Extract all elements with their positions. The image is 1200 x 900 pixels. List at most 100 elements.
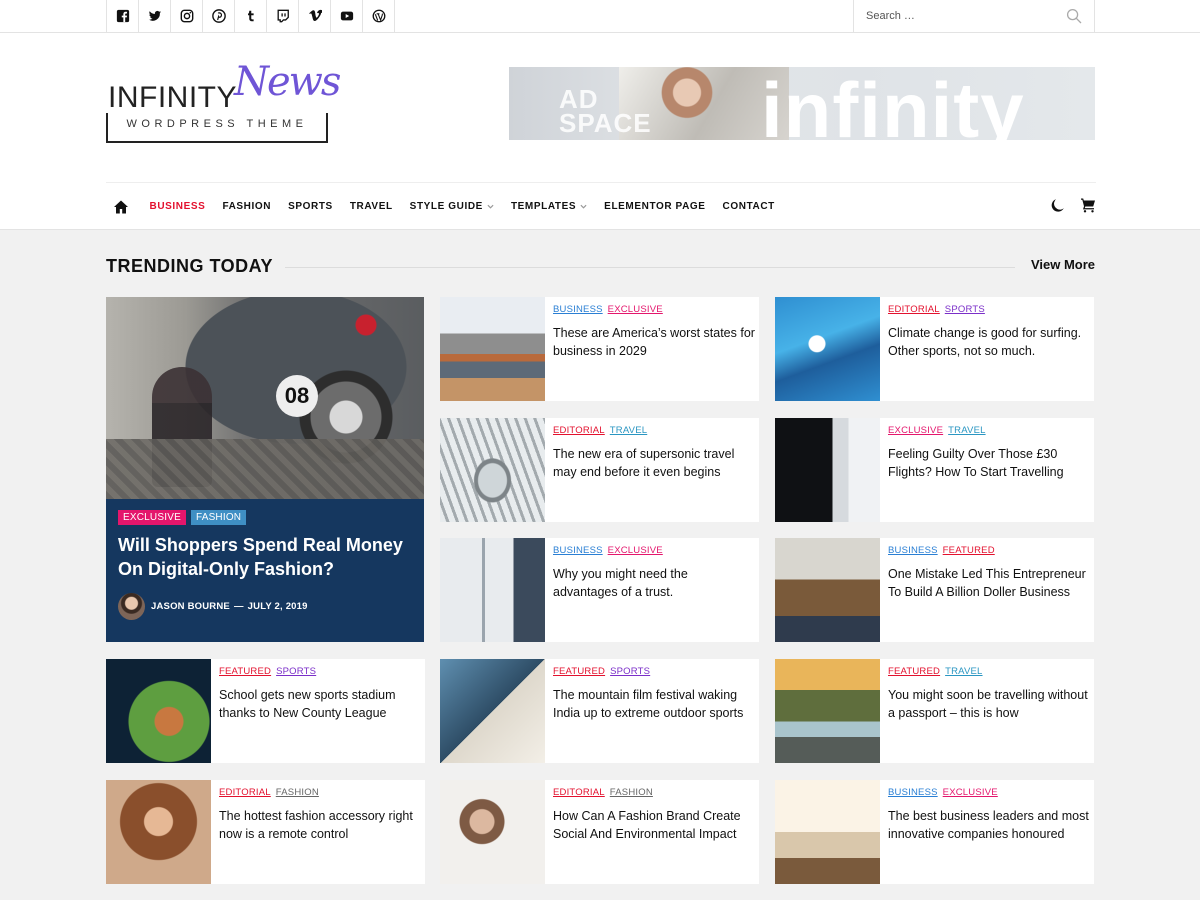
tag-travel[interactable]: TRAVEL xyxy=(610,425,647,436)
post-date[interactable]: JULY 2, 2019 xyxy=(248,601,308,612)
post-card[interactable]: BUSINESS EXCLUSIVE Why you might need the … xyxy=(440,538,759,642)
tag-editorial[interactable]: EDITORIAL xyxy=(888,304,940,315)
tag-travel[interactable]: TRAVEL xyxy=(945,666,982,677)
post-card[interactable]: FEATURED TRAVEL You might soon be travelli… xyxy=(775,659,1094,763)
post-thumbnail[interactable] xyxy=(775,297,880,401)
author-avatar[interactable] xyxy=(118,593,145,620)
post-title[interactable]: Climate change is good for surfing. Othe… xyxy=(888,324,1090,360)
tag-exclusive[interactable]: EXCLUSIVE xyxy=(608,545,663,556)
tag-sports[interactable]: SPORTS xyxy=(276,666,316,677)
post-title[interactable]: Why you might need the advantages of a t… xyxy=(553,565,755,601)
post-title[interactable]: The new era of supersonic travel may end… xyxy=(553,445,755,481)
social-links xyxy=(106,0,395,32)
vimeo-icon[interactable] xyxy=(299,0,331,32)
post-card[interactable]: FEATURED SPORTS The mountain film festival… xyxy=(440,659,759,763)
dark-mode-icon[interactable] xyxy=(1050,197,1066,213)
twitch-icon[interactable] xyxy=(267,0,299,32)
chevron-down-icon xyxy=(487,204,494,209)
post-card[interactable]: EDITORIAL TRAVEL The new era of supersonic… xyxy=(440,418,759,522)
post-title[interactable]: The mountain film festival waking India … xyxy=(553,686,755,722)
post-thumbnail[interactable] xyxy=(775,780,880,884)
nav-item-label: ELEMENTOR PAGE xyxy=(604,201,706,212)
tag-travel[interactable]: TRAVEL xyxy=(948,425,985,436)
post-thumbnail[interactable] xyxy=(440,297,545,401)
section-title: TRENDING TODAY xyxy=(106,256,286,277)
post-title[interactable]: These are America’s worst states for bus… xyxy=(553,324,755,360)
post-card[interactable]: EDITORIAL FASHION How Can A Fashion Brand … xyxy=(440,780,759,884)
tag-editorial[interactable]: EDITORIAL xyxy=(553,787,605,798)
nav-item-business[interactable]: BUSINESS xyxy=(141,201,214,212)
nav-item-travel[interactable]: TRAVEL xyxy=(341,201,401,212)
featured-post-title[interactable]: Will Shoppers Spend Real Money On Digita… xyxy=(118,533,418,581)
post-tags: FEATURED SPORTS xyxy=(553,666,650,677)
nav-item-label: TEMPLATES xyxy=(510,201,577,212)
tag-exclusive[interactable]: EXCLUSIVE xyxy=(118,510,186,525)
tag-featured[interactable]: FEATURED xyxy=(943,545,995,556)
nav-item-fashion[interactable]: FASHION xyxy=(214,201,280,212)
post-title[interactable]: The best business leaders and most innov… xyxy=(888,807,1090,843)
wordpress-icon[interactable] xyxy=(363,0,395,32)
site-logo[interactable]: INFINITY News WORDPRESS THEME xyxy=(106,59,341,143)
post-card[interactable]: BUSINESS FEATURED One Mistake Led This Ent… xyxy=(775,538,1094,642)
post-title[interactable]: You might soon be travelling without a p… xyxy=(888,686,1090,722)
post-thumbnail[interactable] xyxy=(106,780,211,884)
post-card[interactable]: EDITORIAL SPORTS Climate change is good fo… xyxy=(775,297,1094,401)
tag-sports[interactable]: SPORTS xyxy=(945,304,985,315)
tag-fashion[interactable]: FASHION xyxy=(276,787,319,798)
search-icon[interactable] xyxy=(1066,8,1082,24)
tag-sports[interactable]: SPORTS xyxy=(610,666,650,677)
post-thumbnail[interactable] xyxy=(775,538,880,642)
post-thumbnail[interactable] xyxy=(775,418,880,522)
tag-featured[interactable]: FEATURED xyxy=(219,666,271,677)
nav-item-sports[interactable]: SPORTS xyxy=(280,201,342,212)
post-tags: EDITORIAL SPORTS xyxy=(888,304,985,315)
nav-item-style-guide[interactable]: STYLE GUIDE xyxy=(401,201,502,212)
facebook-icon[interactable] xyxy=(107,0,139,32)
nav-item-templates[interactable]: TEMPLATES xyxy=(502,201,595,212)
post-thumbnail[interactable] xyxy=(775,659,880,763)
post-title[interactable]: School gets new sports stadium thanks to… xyxy=(219,686,421,722)
nav-item-elementor-page[interactable]: ELEMENTOR PAGE xyxy=(596,201,714,212)
tag-fashion[interactable]: FASHION xyxy=(190,510,247,525)
featured-post[interactable]: 08 EXCLUSIVE FASHION Will Shoppers Spend … xyxy=(106,297,424,642)
cart-icon[interactable] xyxy=(1080,197,1096,213)
tag-editorial[interactable]: EDITORIAL xyxy=(219,787,271,798)
nav-item-contact[interactable]: CONTACT xyxy=(714,201,783,212)
twitter-icon[interactable] xyxy=(139,0,171,32)
tag-featured[interactable]: FEATURED xyxy=(888,666,940,677)
tag-fashion[interactable]: FASHION xyxy=(610,787,653,798)
post-title[interactable]: How Can A Fashion Brand Create Social An… xyxy=(553,807,755,843)
search-input[interactable] xyxy=(854,10,1054,22)
tumblr-icon[interactable] xyxy=(235,0,267,32)
image-cobblestones xyxy=(106,439,424,499)
view-more-link[interactable]: View More xyxy=(1031,257,1095,272)
youtube-icon[interactable] xyxy=(331,0,363,32)
post-thumbnail[interactable] xyxy=(440,538,545,642)
tag-business[interactable]: BUSINESS xyxy=(888,545,938,556)
tag-business[interactable]: BUSINESS xyxy=(553,545,603,556)
post-card[interactable]: EXCLUSIVE TRAVEL Feeling Guilty Over Those… xyxy=(775,418,1094,522)
post-thumbnail[interactable] xyxy=(440,780,545,884)
post-card[interactable]: BUSINESS EXCLUSIVE The best business leade… xyxy=(775,780,1094,884)
post-thumbnail[interactable] xyxy=(440,418,545,522)
tag-business[interactable]: BUSINESS xyxy=(888,787,938,798)
tag-exclusive[interactable]: EXCLUSIVE xyxy=(943,787,998,798)
tag-exclusive[interactable]: EXCLUSIVE xyxy=(888,425,943,436)
post-thumbnail[interactable] xyxy=(440,659,545,763)
instagram-icon[interactable] xyxy=(171,0,203,32)
author-name[interactable]: JASON BOURNE xyxy=(151,601,230,612)
post-card[interactable]: BUSINESS EXCLUSIVE These are America’s wor… xyxy=(440,297,759,401)
tag-business[interactable]: BUSINESS xyxy=(553,304,603,315)
tag-exclusive[interactable]: EXCLUSIVE xyxy=(608,304,663,315)
post-title[interactable]: Feeling Guilty Over Those £30 Flights? H… xyxy=(888,445,1090,481)
ad-banner[interactable]: AD SPACE infinity xyxy=(509,67,1095,140)
post-title[interactable]: The hottest fashion accessory right now … xyxy=(219,807,421,843)
post-card[interactable]: EDITORIAL FASHION The hottest fashion acce… xyxy=(106,780,425,884)
home-icon[interactable] xyxy=(113,199,129,215)
tag-editorial[interactable]: EDITORIAL xyxy=(553,425,605,436)
post-title[interactable]: One Mistake Led This Entrepreneur To Bui… xyxy=(888,565,1090,601)
post-thumbnail[interactable] xyxy=(106,659,211,763)
tag-featured[interactable]: FEATURED xyxy=(553,666,605,677)
pinterest-icon[interactable] xyxy=(203,0,235,32)
post-card[interactable]: FEATURED SPORTS School gets new sports sta… xyxy=(106,659,425,763)
